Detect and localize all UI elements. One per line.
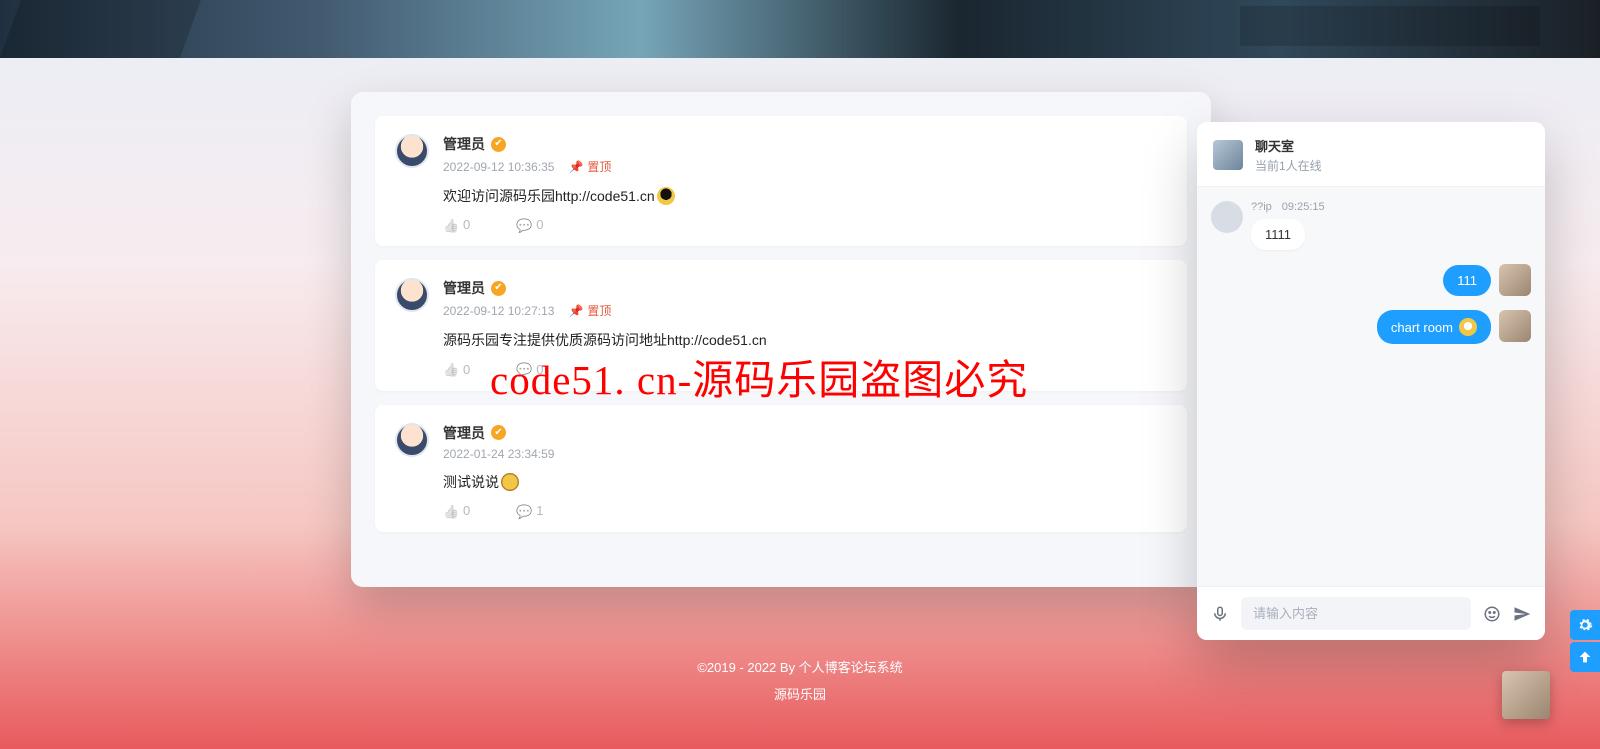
thumb-up-icon bbox=[443, 218, 457, 232]
post-time: 2022-09-12 10:36:35 bbox=[443, 160, 554, 174]
like-button[interactable]: 0 bbox=[443, 217, 470, 232]
pin-label: 置顶 bbox=[587, 302, 611, 319]
pin-label: 置顶 bbox=[587, 158, 611, 175]
comment-button[interactable]: 1 bbox=[516, 503, 543, 518]
chat-input-bar bbox=[1197, 586, 1545, 640]
emoji-smile-icon bbox=[1459, 318, 1477, 336]
footer-site-name[interactable]: 源码乐园 bbox=[0, 684, 1600, 703]
comment-icon bbox=[516, 218, 530, 232]
avatar[interactable] bbox=[395, 134, 429, 168]
chat-text-input[interactable] bbox=[1241, 597, 1471, 630]
post-item: 管理员 ✔ 2022-01-24 23:34:59 测试说说 0 1 bbox=[375, 405, 1187, 532]
posts-card: 管理员 ✔ 2022-09-12 10:36:35 📌 置顶 欢迎访问源码乐园h… bbox=[351, 92, 1211, 587]
comment-count: 0 bbox=[536, 217, 543, 232]
avatar[interactable] bbox=[395, 278, 429, 312]
settings-button[interactable] bbox=[1570, 610, 1600, 640]
post-item: 管理员 ✔ 2022-09-12 10:27:13 📌 置顶 源码乐园专注提供优… bbox=[375, 260, 1187, 390]
avatar[interactable] bbox=[395, 423, 429, 457]
pin-badge: 📌 置顶 bbox=[568, 158, 611, 175]
post-author[interactable]: 管理员 bbox=[443, 423, 485, 443]
chat-bubble: chart room bbox=[1377, 310, 1491, 344]
comment-button[interactable]: 0 bbox=[516, 217, 543, 232]
post-time: 2022-01-24 23:34:59 bbox=[443, 447, 554, 461]
chat-header: 聊天室 当前1人在线 bbox=[1197, 122, 1545, 187]
like-button[interactable]: 0 bbox=[443, 362, 470, 377]
footer: ©2019 - 2022 By 个人博客论坛系统 源码乐园 bbox=[0, 657, 1600, 703]
like-count: 0 bbox=[463, 362, 470, 377]
chat-title: 聊天室 bbox=[1255, 136, 1322, 155]
verified-badge-icon: ✔ bbox=[491, 137, 506, 152]
pin-badge: 📌 置顶 bbox=[568, 302, 611, 319]
emoji-cool-icon bbox=[657, 187, 675, 205]
chat-message-outgoing: chart room bbox=[1211, 310, 1531, 344]
post-time: 2022-09-12 10:27:13 bbox=[443, 304, 554, 318]
chat-message-time: 09:25:15 bbox=[1282, 201, 1325, 213]
comment-icon bbox=[516, 362, 530, 376]
avatar[interactable] bbox=[1211, 201, 1243, 233]
chat-bubble: 1111 bbox=[1251, 219, 1305, 250]
chat-message-outgoing: 111 bbox=[1211, 264, 1531, 296]
post-author[interactable]: 管理员 bbox=[443, 278, 485, 298]
chat-logo-icon bbox=[1213, 140, 1243, 170]
chat-online-count: 当前1人在线 bbox=[1255, 157, 1322, 174]
verified-badge-icon: ✔ bbox=[491, 281, 506, 296]
chat-messages[interactable]: ??ip 09:25:15 1111 111 chart room bbox=[1197, 187, 1545, 586]
avatar[interactable] bbox=[1499, 310, 1531, 342]
thumb-up-icon bbox=[443, 362, 457, 376]
thumb-up-icon bbox=[443, 504, 457, 518]
emoji-dog-icon bbox=[501, 473, 519, 491]
mic-icon[interactable] bbox=[1211, 605, 1229, 623]
post-author[interactable]: 管理员 bbox=[443, 134, 485, 154]
like-button[interactable]: 0 bbox=[443, 503, 470, 518]
emoji-picker-icon[interactable] bbox=[1483, 605, 1501, 623]
pin-icon: 📌 bbox=[568, 160, 583, 174]
comment-button[interactable]: 0 bbox=[516, 362, 543, 377]
post-text: 欢迎访问源码乐园http://code51.cn bbox=[443, 185, 1167, 207]
avatar[interactable] bbox=[1499, 264, 1531, 296]
post-text: 源码乐园专注提供优质源码访问地址http://code51.cn bbox=[443, 329, 1167, 351]
comment-icon bbox=[516, 504, 530, 518]
chat-bubble: 111 bbox=[1443, 265, 1491, 296]
like-count: 0 bbox=[463, 503, 470, 518]
send-icon[interactable] bbox=[1513, 605, 1531, 623]
chat-sender-name: ??ip bbox=[1251, 201, 1272, 213]
comment-count: 0 bbox=[536, 362, 543, 377]
post-item: 管理员 ✔ 2022-09-12 10:36:35 📌 置顶 欢迎访问源码乐园h… bbox=[375, 116, 1187, 246]
like-count: 0 bbox=[463, 217, 470, 232]
comment-count: 1 bbox=[536, 503, 543, 518]
verified-badge-icon: ✔ bbox=[491, 425, 506, 440]
chat-message-incoming: ??ip 09:25:15 1111 bbox=[1211, 201, 1531, 250]
hero-banner bbox=[0, 0, 1600, 58]
post-text: 测试说说 bbox=[443, 471, 1167, 493]
footer-copyright: ©2019 - 2022 By 个人博客论坛系统 bbox=[0, 657, 1600, 676]
pin-icon: 📌 bbox=[568, 304, 583, 318]
chatroom-panel: 聊天室 当前1人在线 ??ip 09:25:15 1111 111 chart … bbox=[1197, 122, 1545, 640]
